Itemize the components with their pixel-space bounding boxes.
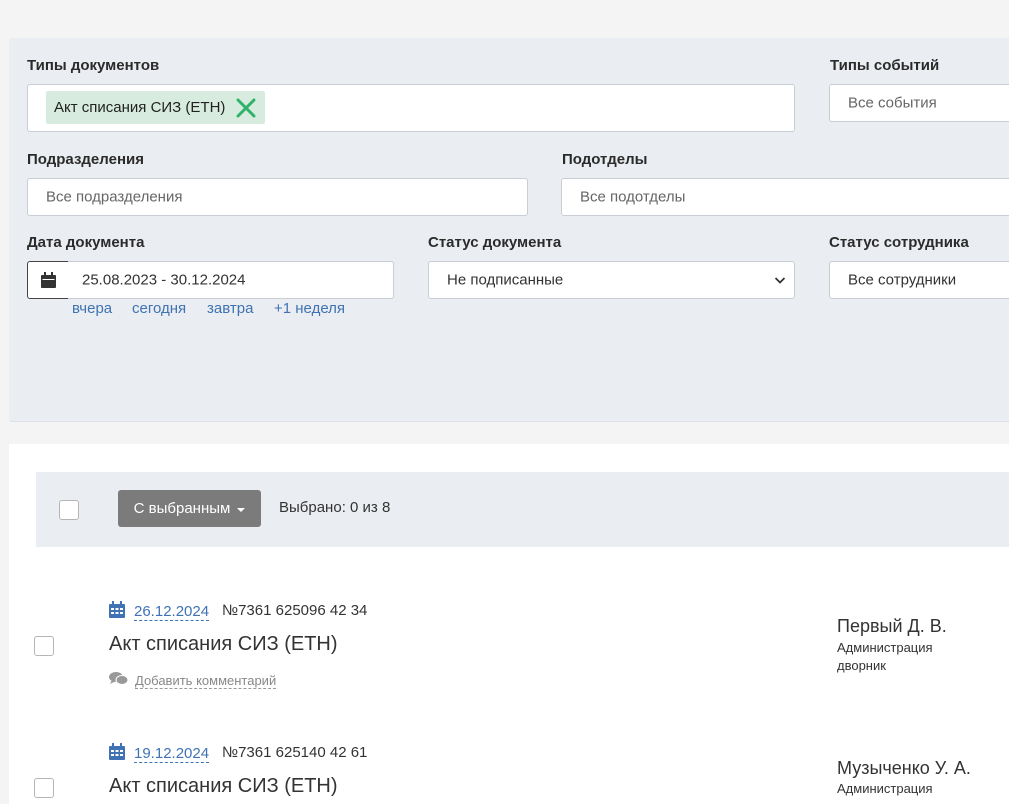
subdepartments-label: Подотделы bbox=[562, 151, 648, 168]
doc-status-label: Статус документа bbox=[428, 234, 562, 251]
departments-label: Подразделения bbox=[27, 151, 144, 168]
chevron-down-icon bbox=[774, 272, 786, 289]
doc-date-label: Дата документа bbox=[27, 234, 145, 251]
person-department: Администрация bbox=[837, 640, 933, 655]
event-types-placeholder: Все события bbox=[848, 94, 937, 112]
selected-count: Выбрано: 0 из 8 bbox=[279, 499, 391, 516]
select-all-checkbox[interactable] bbox=[59, 500, 79, 520]
departments-placeholder: Все подразделения bbox=[46, 188, 183, 206]
document-title[interactable]: Акт списания СИЗ (ЕТН) bbox=[109, 633, 338, 656]
doc-date-value: 25.08.2023 - 30.12.2024 bbox=[82, 271, 246, 289]
employee-status-value: Все сотрудники bbox=[848, 271, 957, 289]
doc-status-select[interactable]: Не подписанные bbox=[428, 261, 795, 299]
document-checkbox[interactable] bbox=[34, 778, 54, 798]
doc-status-value: Не подписанные bbox=[447, 271, 564, 289]
remove-chip-icon[interactable] bbox=[235, 97, 257, 119]
calendar-button[interactable] bbox=[27, 261, 69, 299]
bulk-toolbar: С выбранным Выбрано: 0 из 8 bbox=[36, 472, 1009, 547]
person-position: дворник bbox=[837, 658, 886, 673]
calendar-icon bbox=[40, 272, 56, 288]
documents-panel: С выбранным Выбрано: 0 из 8 26.12.2024 №… bbox=[9, 444, 1009, 804]
quick-date-yesterday[interactable]: вчера bbox=[72, 300, 112, 317]
document-number: №7361 625096 42 34 bbox=[222, 602, 368, 619]
quick-date-tomorrow[interactable]: завтра bbox=[207, 300, 253, 317]
bulk-actions-label: С выбранным bbox=[133, 500, 231, 517]
doc-type-chip-label: Акт списания СИЗ (ЕТН) bbox=[54, 99, 226, 116]
departments-select[interactable]: Все подразделения bbox=[27, 178, 528, 216]
doc-types-select[interactable]: Акт списания СИЗ (ЕТН) bbox=[27, 84, 795, 132]
employee-status-select[interactable]: Все сотрудники bbox=[829, 261, 1009, 299]
document-checkbox[interactable] bbox=[34, 636, 54, 656]
calendar-icon bbox=[109, 601, 125, 618]
employee-status-label: Статус сотрудника bbox=[829, 234, 969, 251]
filters-panel: Типы документов Акт списания СИЗ (ЕТН) Т… bbox=[9, 38, 1009, 422]
document-title[interactable]: Акт списания СИЗ (ЕТН) bbox=[109, 775, 338, 798]
quick-date-plus-week[interactable]: +1 неделя bbox=[274, 300, 345, 317]
quick-date-today[interactable]: сегодня bbox=[132, 300, 186, 317]
event-types-select[interactable]: Все события bbox=[829, 84, 1009, 122]
document-number: №7361 625140 42 61 bbox=[222, 744, 368, 761]
doc-date-input[interactable]: 25.08.2023 - 30.12.2024 bbox=[68, 261, 394, 299]
caret-down-icon bbox=[237, 507, 246, 512]
person-name: Музыченко У. А. bbox=[837, 758, 971, 778]
doc-type-chip: Акт списания СИЗ (ЕТН) bbox=[46, 91, 266, 124]
person-department: Администрация bbox=[837, 781, 933, 796]
document-date-link[interactable]: 26.12.2024 bbox=[134, 604, 210, 621]
doc-types-label: Типы документов bbox=[27, 57, 160, 74]
event-types-label: Типы событий bbox=[830, 57, 940, 74]
add-comment-link[interactable]: Добавить комментарий bbox=[135, 674, 277, 689]
person-name: Первый Д. В. bbox=[837, 616, 947, 636]
subdepartments-select[interactable]: Все подотделы bbox=[561, 178, 1009, 216]
bulk-actions-button[interactable]: С выбранным bbox=[118, 490, 261, 527]
document-date-link[interactable]: 19.12.2024 bbox=[134, 746, 210, 763]
calendar-icon bbox=[109, 743, 125, 760]
comments-icon bbox=[109, 672, 128, 685]
subdepartments-placeholder: Все подотделы bbox=[580, 188, 686, 206]
